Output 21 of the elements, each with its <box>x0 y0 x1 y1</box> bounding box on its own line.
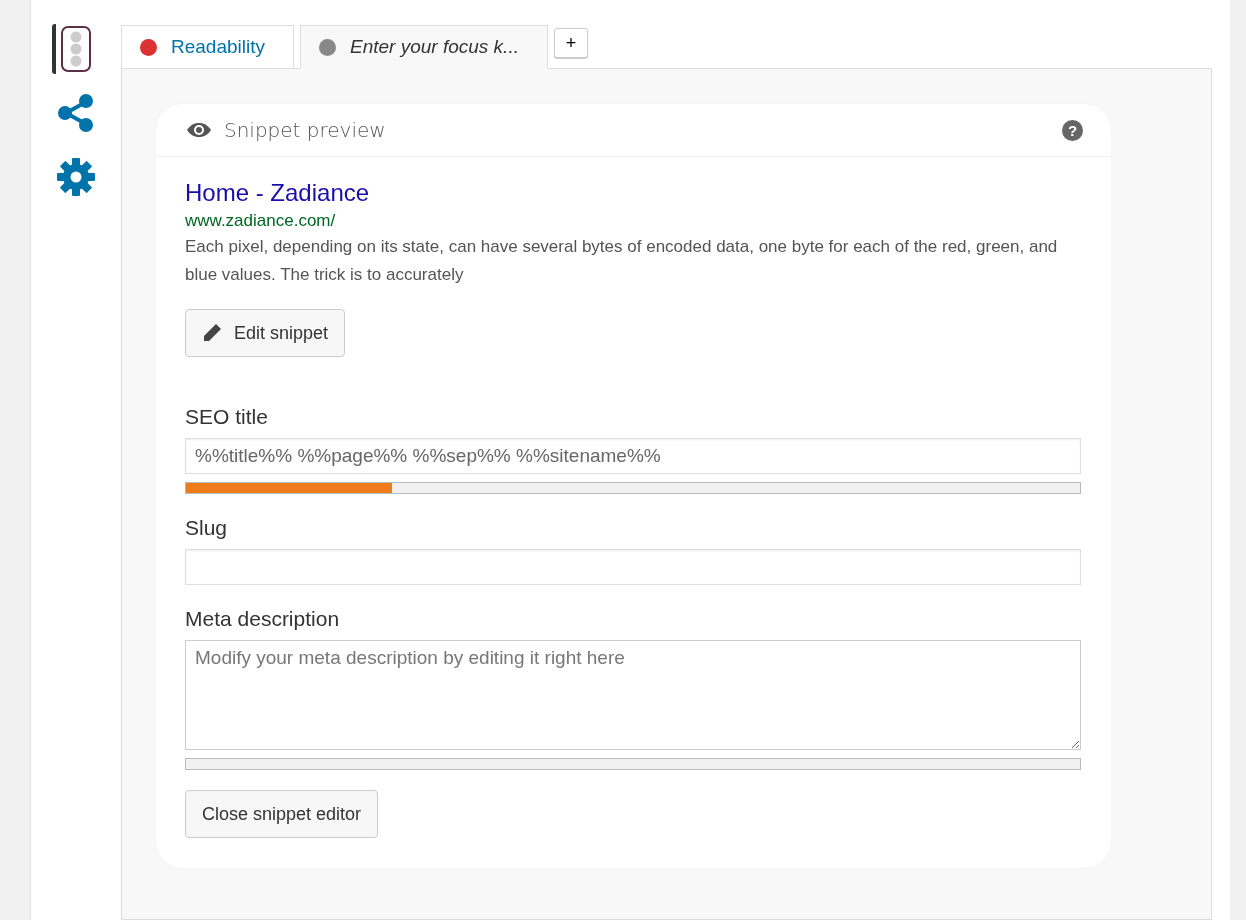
edit-snippet-button[interactable]: Edit snippet <box>185 309 346 357</box>
field-label: SEO title <box>185 405 269 429</box>
share-icon <box>58 94 94 132</box>
help-icon[interactable]: ? <box>1062 119 1083 141</box>
snippet-title[interactable]: Home - Zadiance <box>185 179 370 207</box>
settings-icon <box>56 157 96 197</box>
snippet-description: Each pixel, depending on its state, can have several bytes of encoded data, one byte for each of the red, green, and blue values. The trick is to accurately <box>185 236 1059 286</box>
close-editor-button[interactable]: Close snippet editor <box>185 790 379 838</box>
meta-description-field[interactable]: Modify your meta description by editing it right here <box>185 640 1081 750</box>
field-label: Slug <box>185 516 229 540</box>
pencil-icon <box>202 323 222 343</box>
eye-icon <box>186 122 212 138</box>
field-label: Meta description <box>185 607 341 631</box>
traffic-light-icon <box>61 26 91 72</box>
card-title: Snippet preview <box>224 118 387 142</box>
tab[interactable]: Enter your focus k... <box>300 25 548 69</box>
snippet-url: www.zadiance.com/ <box>185 211 337 231</box>
tab[interactable]: Readability <box>121 25 294 69</box>
text-field[interactable] <box>185 549 1081 585</box>
text-field[interactable]: %%title%% %%page%% %%sep%% %%sitename%% <box>185 438 1081 474</box>
add-tab-button[interactable]: + <box>553 28 588 58</box>
